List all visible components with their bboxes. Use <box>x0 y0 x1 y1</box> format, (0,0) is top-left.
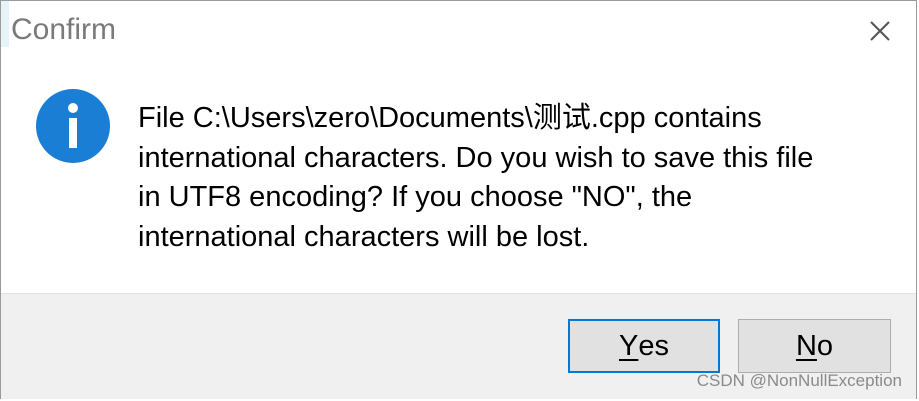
no-label: o <box>816 329 834 362</box>
yes-label: es <box>638 329 669 362</box>
message-line: in UTF8 encoding? If you choose "NO", th… <box>138 181 693 213</box>
watermark-text: CSDN @NonNullException <box>696 371 902 390</box>
close-button[interactable] <box>862 13 898 49</box>
yes-mnemonic: Y <box>619 329 639 362</box>
confirm-dialog: Confirm File C:\Users\zero\Documents\测试.… <box>0 0 917 399</box>
message-line: File C:\Users\zero\Documents\测试.cpp cont… <box>138 102 762 134</box>
close-icon <box>870 21 890 41</box>
title-bar: Confirm <box>1 1 916 61</box>
yes-button[interactable]: Yes <box>568 319 720 373</box>
button-bar: Yes No CSDN @NonNullException <box>1 293 916 399</box>
no-button[interactable]: No <box>738 319 891 373</box>
no-mnemonic: N <box>795 329 817 362</box>
dialog-message: File C:\Users\zero\Documents\测试.cpp cont… <box>138 99 898 257</box>
message-line: international characters will be lost. <box>138 220 590 253</box>
title-bar-accent <box>1 1 9 47</box>
dialog-content: File C:\Users\zero\Documents\测试.cpp cont… <box>1 61 916 293</box>
info-icon <box>36 89 110 163</box>
dialog-title: Confirm <box>11 13 117 46</box>
message-line: international characters. Do you wish to… <box>138 141 814 174</box>
